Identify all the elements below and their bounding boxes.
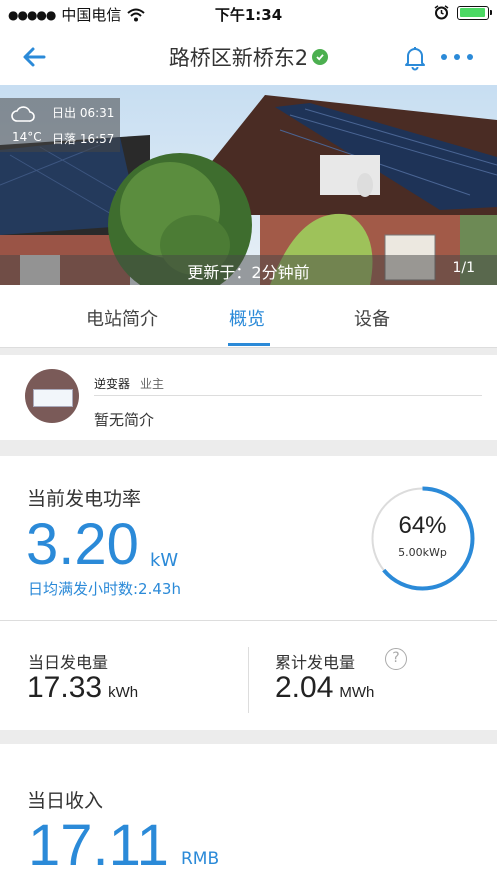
daily-income-value: 17.11	[28, 813, 169, 878]
station-description: 暂无简介	[94, 411, 155, 429]
sunset-time: 日落 16:57	[52, 132, 115, 146]
tab-bar: 电站简介 概览 设备	[0, 285, 497, 348]
weather-panel: 日出 06:31 14°C 日落 16:57	[0, 98, 120, 152]
battery-icon	[457, 5, 492, 20]
current-power-value: 3.20	[26, 512, 139, 577]
total-energy-value: 2.04	[275, 671, 334, 704]
device-type: 逆变器	[94, 377, 131, 391]
tab-station-intro[interactable]: 电站简介	[86, 305, 158, 331]
daily-income-unit: RMB	[181, 849, 220, 869]
battery-level	[459, 8, 486, 17]
current-power-unit: kW	[150, 550, 179, 571]
question-circle-icon[interactable]: ?	[385, 648, 407, 670]
current-power-label: 当前发电功率	[27, 488, 142, 510]
update-time-text: 更新于：2分钟前	[187, 263, 310, 282]
intro-meta: 逆变器 业主	[94, 375, 164, 392]
daily-income-card: 当日收入 17.11 RMB	[0, 744, 497, 883]
tab-overview[interactable]: 概览	[229, 305, 265, 331]
temperature: 14°C	[12, 130, 42, 144]
alarm-clock-icon	[434, 5, 449, 20]
more-dots-icon[interactable]	[438, 42, 476, 72]
daily-energy-value: 17.33	[27, 671, 103, 704]
update-bar: 更新于：2分钟前 1/1	[0, 255, 497, 285]
avg-full-load-hours: 日均满发小时数:2.43h	[28, 580, 181, 598]
avatar	[25, 369, 79, 423]
inverter-image	[33, 389, 73, 407]
total-energy-label: 累计发电量	[275, 653, 356, 672]
nav-bar: 路桥区新桥东2	[0, 28, 497, 85]
status-bar: ●●●●● 中国电信 下午1:34	[0, 0, 497, 28]
daily-energy-unit: kWh	[108, 684, 139, 701]
daily-income-label: 当日收入	[27, 790, 104, 812]
user-role: 业主	[140, 377, 165, 391]
station-intro-card[interactable]: 逆变器 业主 暂无简介	[0, 355, 497, 440]
verified-check-icon	[312, 49, 329, 65]
installed-capacity: 5.00kWp	[398, 546, 447, 559]
total-energy-unit: MWh	[339, 684, 375, 701]
daily-energy: 17.33 kWh	[27, 671, 138, 705]
current-power-card: 当前发电功率 3.20 kW 日均满发小时数:2.43h 64% 5.00kWp	[0, 456, 497, 620]
tab-devices[interactable]: 设备	[354, 305, 390, 331]
total-energy: 2.04 MWh	[275, 671, 374, 705]
station-name: 路桥区新桥东2	[168, 46, 309, 70]
status-time: 下午1:34	[214, 6, 283, 24]
divider	[248, 647, 249, 713]
capacity-gauge: 64% 5.00kWp	[370, 486, 475, 591]
divider	[94, 395, 482, 396]
photo-page-indicator: 1/1	[452, 260, 475, 276]
station-photo-banner[interactable]: 日出 06:31 14°C 日落 16:57 更新于：2分钟前 1/1	[0, 85, 497, 285]
daily-energy-label: 当日发电量	[28, 653, 109, 672]
cloud-icon	[11, 106, 35, 122]
bell-icon[interactable]	[400, 42, 430, 72]
gauge-percent: 64%	[398, 512, 447, 539]
sunrise-time: 日出 06:31	[52, 106, 115, 120]
active-tab-indicator	[228, 343, 270, 346]
energy-card: 当日发电量 17.33 kWh 累计发电量 ? 2.04 MWh	[0, 620, 497, 730]
